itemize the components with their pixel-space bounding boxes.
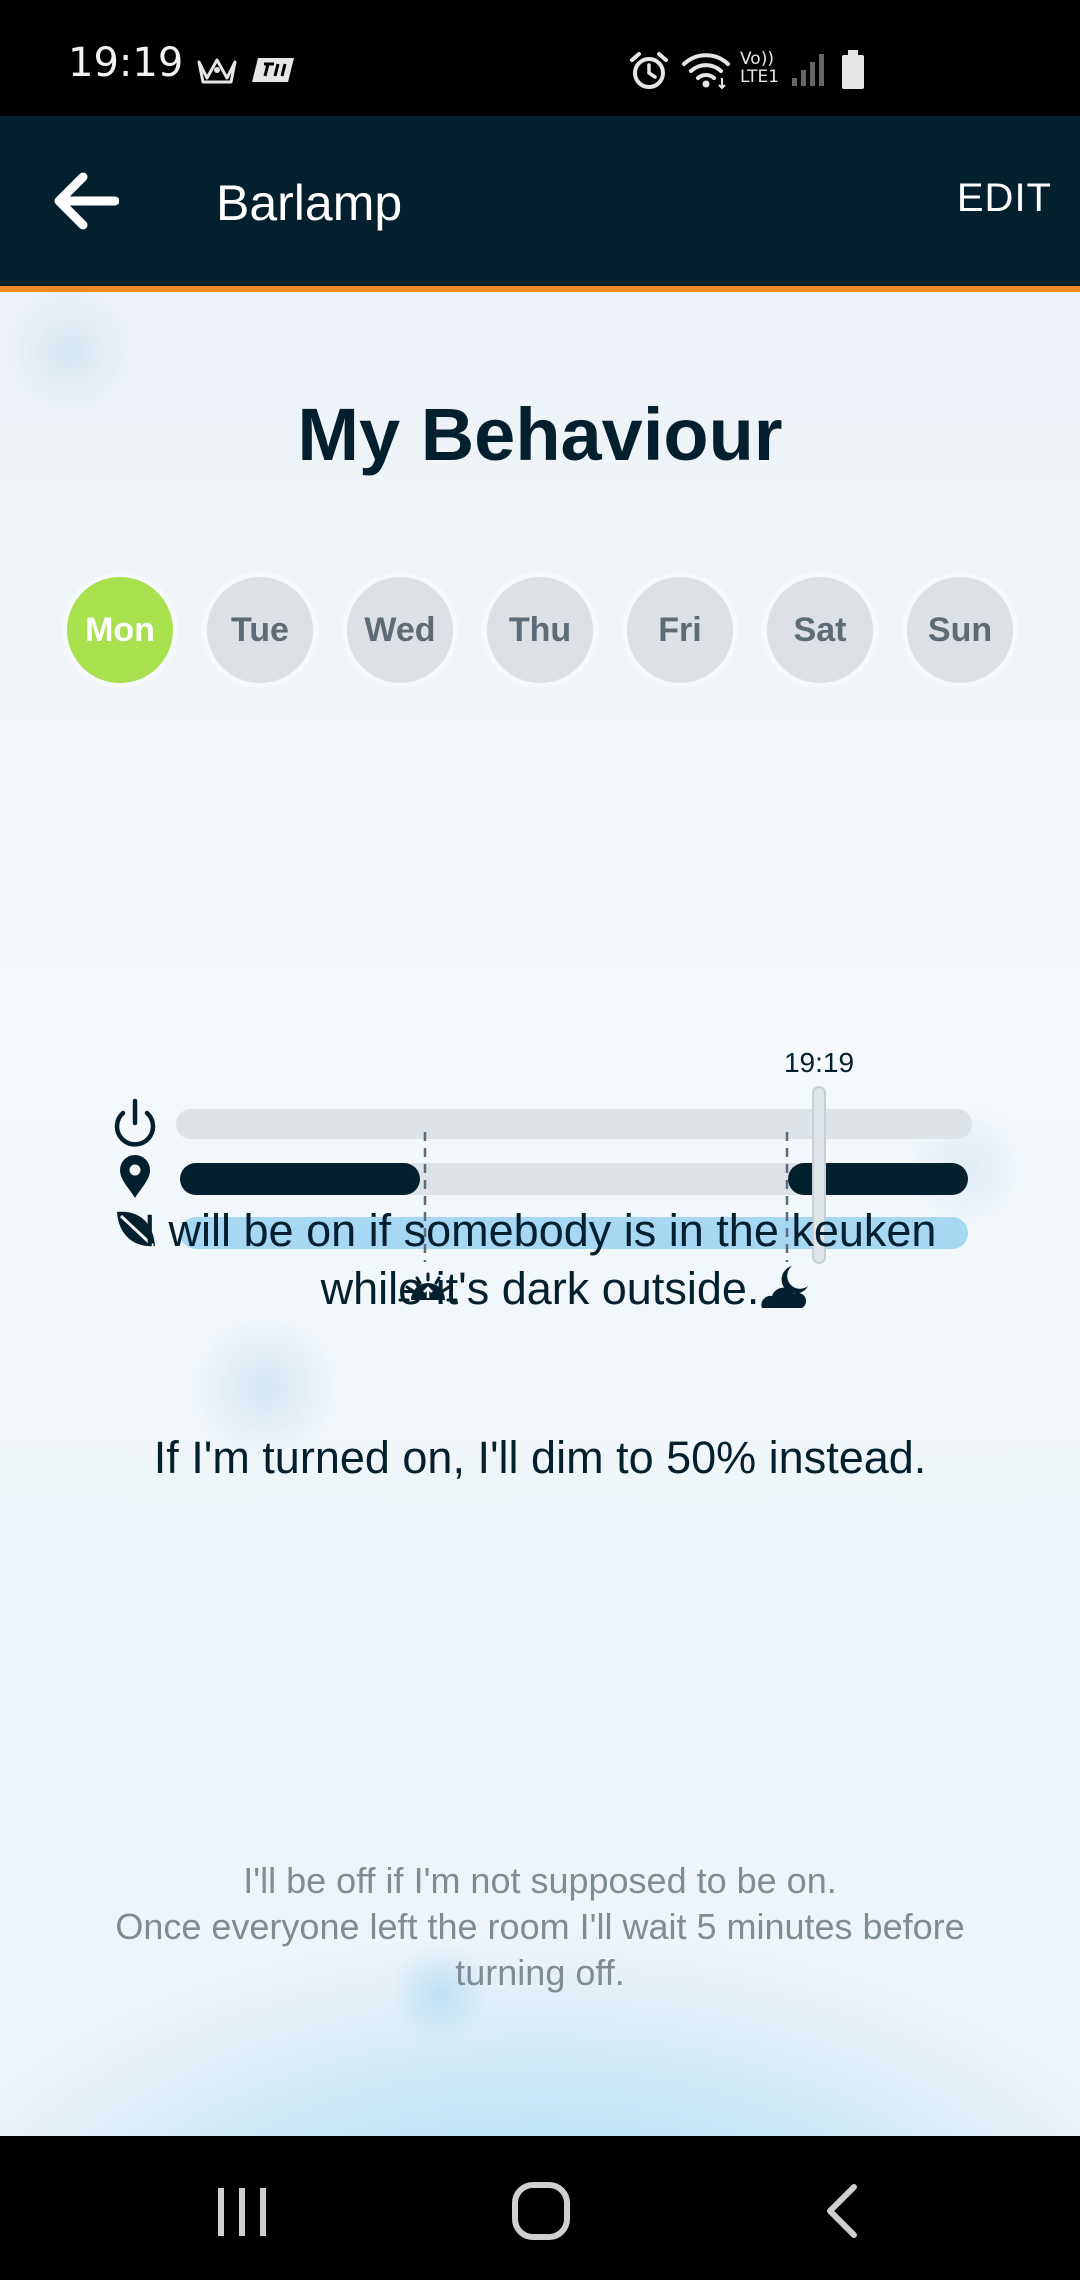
day-fri[interactable]: Fri: [627, 577, 733, 683]
app-bar: Barlamp EDIT: [0, 116, 1080, 292]
alarm-icon: [630, 52, 668, 89]
app-icon: [252, 58, 294, 82]
edit-button[interactable]: EDIT: [957, 176, 1052, 221]
day-tue[interactable]: Tue: [207, 577, 313, 683]
crown-icon: [197, 58, 237, 84]
recent-apps-icon[interactable]: [212, 2184, 272, 2240]
behaviour-content: My Behaviour Mon Tue Wed Thu Fri Sat Sun…: [0, 292, 1080, 2136]
day-sun[interactable]: Sun: [907, 577, 1013, 683]
arrow-left-icon: [54, 172, 119, 230]
location-pin-icon: [120, 1155, 150, 1198]
day-mon[interactable]: Mon: [67, 577, 173, 683]
day-sat[interactable]: Sat: [767, 577, 873, 683]
current-time-label: 19:19: [784, 1047, 854, 1078]
presence-bar-active-morning: [180, 1163, 420, 1195]
day-wed[interactable]: Wed: [347, 577, 453, 683]
status-time: 19:19: [68, 40, 184, 86]
behaviour-description: I will be on if somebody is in the keuke…: [143, 1205, 937, 1314]
status-bar: 19:19 Vo)) LTE1: [0, 0, 1080, 116]
dim-description: If I'm turned on, I'll dim to 50% instea…: [153, 1432, 927, 1483]
system-nav-bar: [0, 2136, 1080, 2280]
battery-icon: [842, 50, 864, 89]
day-selector: Mon Tue Wed Thu Fri Sat Sun: [0, 577, 1080, 687]
off-rule-footnote: I'll be off if I'm not supposed to be on…: [115, 1860, 965, 1993]
day-thu[interactable]: Thu: [487, 577, 593, 683]
page-title: My Behaviour: [297, 393, 783, 476]
back-button[interactable]: [40, 156, 130, 246]
signal-icon: [792, 54, 824, 86]
power-icon: [114, 1098, 156, 1147]
wifi-icon: [682, 53, 730, 90]
home-icon[interactable]: [510, 2180, 572, 2242]
app-title: Barlamp: [216, 175, 403, 231]
power-bar: [176, 1109, 972, 1139]
volte-icon: Vo)) LTE1: [740, 49, 780, 87]
back-nav-icon[interactable]: [820, 2182, 864, 2240]
